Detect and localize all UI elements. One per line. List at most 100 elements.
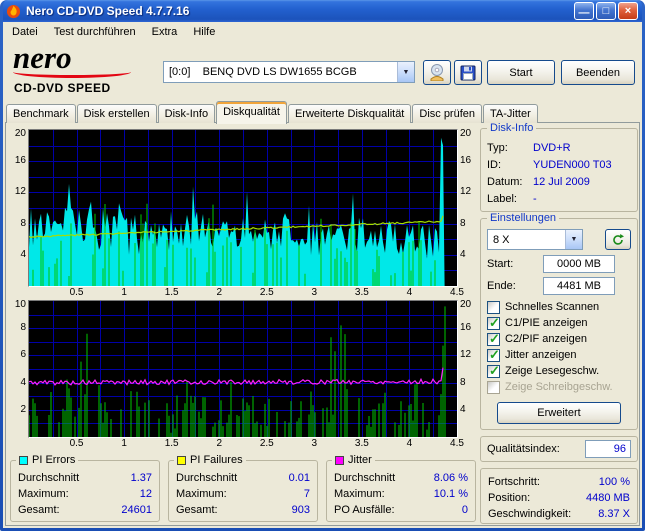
checkbox-jitter-anzeigen[interactable]: Jitter anzeigen	[487, 347, 631, 363]
minimize-button[interactable]: —	[574, 2, 594, 20]
tab-disc-pruefen[interactable]: Disc prüfen	[412, 104, 483, 123]
checkbox-icon	[487, 380, 500, 394]
checkbox-c1-pie-anzeigen[interactable]: C1/PIE anzeigen	[487, 315, 631, 331]
end-row: Ende: 4481 MB	[487, 277, 631, 295]
pi-failures-box: PI Failures Durchschnitt 0.01 Maximum: 7 G…	[168, 454, 318, 522]
nero-product-text: CD-DVD SPEED	[14, 81, 111, 95]
stat-row: Gesamt: 24601	[11, 502, 159, 518]
checkbox-schnelles-scannen[interactable]: Schnelles Scannen	[487, 299, 631, 315]
disk-info-label: Label:	[487, 193, 517, 205]
quit-button[interactable]: Beenden	[561, 60, 635, 85]
right-sidebar: Disk-Info Typ: DVD+R ID: YUDEN000 T03 Datu…	[480, 122, 638, 530]
tab-disk-info[interactable]: Disk-Info	[157, 104, 216, 123]
tick-label: 8	[20, 322, 26, 334]
stat-label: Maximum:	[334, 488, 385, 500]
checkbox-label: Jitter anzeigen	[505, 349, 577, 361]
tab-ta-jitter[interactable]: TA-Jitter	[483, 104, 538, 123]
checkbox-c2-pif-anzeigen[interactable]: C2/PIF anzeigen	[487, 331, 631, 347]
jitter-swatch-icon	[335, 456, 344, 465]
nero-logo: nero CD-DVD SPEED	[13, 42, 165, 97]
tab-erweiterte-diskqualitaet[interactable]: Erweiterte Diskqualität	[287, 104, 412, 123]
nero-swoosh-icon	[13, 66, 131, 78]
tick-label: 4	[20, 376, 26, 388]
settings-group: Einstellungen 8 X ▼ Start: 0000 MB Ende:…	[480, 212, 638, 430]
tick-label: 16	[460, 322, 472, 334]
client-area: Datei Test durchführen Extra Hilfe nero …	[3, 22, 642, 528]
speed-select-value: 8 X	[493, 233, 510, 246]
tick-label: 12	[460, 349, 472, 361]
stat-row: Maximum: 12	[11, 486, 159, 502]
tick-label: 2	[216, 438, 222, 449]
disk-info-group-title: Disk-Info	[487, 122, 537, 135]
menu-extra[interactable]: Extra	[144, 23, 186, 41]
pif-chart-x-axis: 0.5 1 1.5 2 2.5 3 3.5 4 4.5	[28, 438, 464, 451]
disk-info-row: Label: -	[487, 191, 631, 208]
pi-errors-swatch-icon	[19, 456, 28, 465]
pi-failures-title: PI Failures	[190, 454, 243, 466]
tick-label: 4	[406, 438, 413, 449]
tick-label: 10	[14, 299, 26, 310]
tab-benchmark[interactable]: Benchmark	[6, 104, 76, 123]
checkbox-zeige-lesegeschw[interactable]: Zeige Lesegeschw.	[487, 363, 631, 379]
stat-label: Durchschnitt	[176, 472, 238, 484]
stats-row: PI Errors Durchschnitt 1.37 Maximum: 12 Ge…	[10, 454, 476, 522]
close-button[interactable]: ×	[618, 2, 638, 20]
drive-select[interactable]: [0:0] BENQ DVD LS DW1655 BCGB	[163, 61, 415, 83]
progress-row: Fortschritt: 100 %	[488, 474, 630, 490]
tick-label: 4	[406, 287, 413, 298]
stat-row: PO Ausfälle: 0	[327, 502, 475, 518]
tick-label: 4	[20, 248, 26, 260]
advanced-button[interactable]: Erweitert	[497, 402, 621, 424]
tick-label: 20	[460, 299, 472, 310]
pif-chart-y-axis-left: 2 4 6 8 10	[10, 300, 28, 438]
toolbar: nero CD-DVD SPEED [0:0] BENQ DVD LS DW16…	[3, 42, 642, 100]
stat-value: 0.01	[288, 472, 310, 484]
jitter-title: Jitter	[348, 454, 372, 466]
pie-chart-y-axis-right: 4 8 12 16 20	[458, 129, 476, 287]
progress-label: Position:	[488, 492, 531, 504]
disc-tool-button[interactable]	[423, 60, 451, 85]
stat-value: 12	[139, 488, 152, 500]
tick-label: 16	[14, 155, 26, 167]
tick-label: 20	[460, 128, 472, 139]
stat-value: 1.37	[130, 472, 152, 484]
app-icon	[6, 4, 21, 18]
tick-label: 1.5	[164, 287, 179, 298]
floppy-icon	[460, 65, 476, 80]
stat-label: Gesamt:	[18, 504, 60, 516]
pie-chart: 4 8 12 16 20 4 8 12 16 20 0.5 1 1.5 2 2.5 3 3.5 4 4.5	[10, 129, 476, 300]
maximize-button[interactable]: □	[596, 2, 616, 20]
speed-select[interactable]: 8 X	[487, 229, 583, 250]
start-input[interactable]: 0000 MB	[543, 255, 615, 273]
tick-label: 8	[20, 217, 26, 229]
chevron-down-icon[interactable]	[397, 62, 414, 82]
tab-strip: Benchmark Disk erstellen Disk-Info Diskq…	[5, 100, 640, 124]
disk-info-label: Datum:	[487, 176, 523, 188]
progress-value: 100 %	[598, 476, 630, 488]
save-button[interactable]	[454, 60, 482, 85]
stat-label: Durchschnitt	[334, 472, 396, 484]
tick-label: 0.5	[69, 438, 84, 449]
pif-chart-y-axis-right: 4 8 12 16 20	[458, 300, 476, 438]
tab-diskqualitaet[interactable]: Diskqualität	[216, 101, 287, 124]
pif-jitter-chart: 2 4 6 8 10 4 8 12 16 20 0.5 1 1.5 2 2.5 3 3.5 4 4.5	[10, 300, 476, 451]
tick-label: 0.5	[69, 287, 84, 298]
end-input[interactable]: 4481 MB	[543, 277, 615, 295]
menu-datei[interactable]: Datei	[4, 23, 46, 41]
quality-index-value: 96	[585, 440, 631, 458]
window-title: Nero CD-DVD Speed 4.7.7.16	[26, 4, 190, 18]
menu-hilfe[interactable]: Hilfe	[185, 23, 223, 41]
start-button[interactable]: Start	[487, 60, 555, 85]
title-bar: Nero CD-DVD Speed 4.7.7.16 — □ ×	[3, 0, 642, 22]
stat-value: 7	[303, 488, 310, 500]
stat-value: 903	[291, 504, 310, 516]
stat-row: Maximum: 7	[169, 486, 317, 502]
tab-disk-erstellen[interactable]: Disk erstellen	[76, 104, 157, 123]
hand-disc-icon	[430, 64, 444, 81]
pif-chart-plot	[28, 300, 458, 438]
chevron-down-icon[interactable]	[565, 230, 582, 249]
stat-label: Maximum:	[176, 488, 227, 500]
menu-test-durchfuehren[interactable]: Test durchführen	[46, 23, 144, 41]
refresh-button[interactable]	[605, 229, 631, 250]
progress-row: Geschwindigkeit: 8.37 X	[488, 506, 630, 522]
